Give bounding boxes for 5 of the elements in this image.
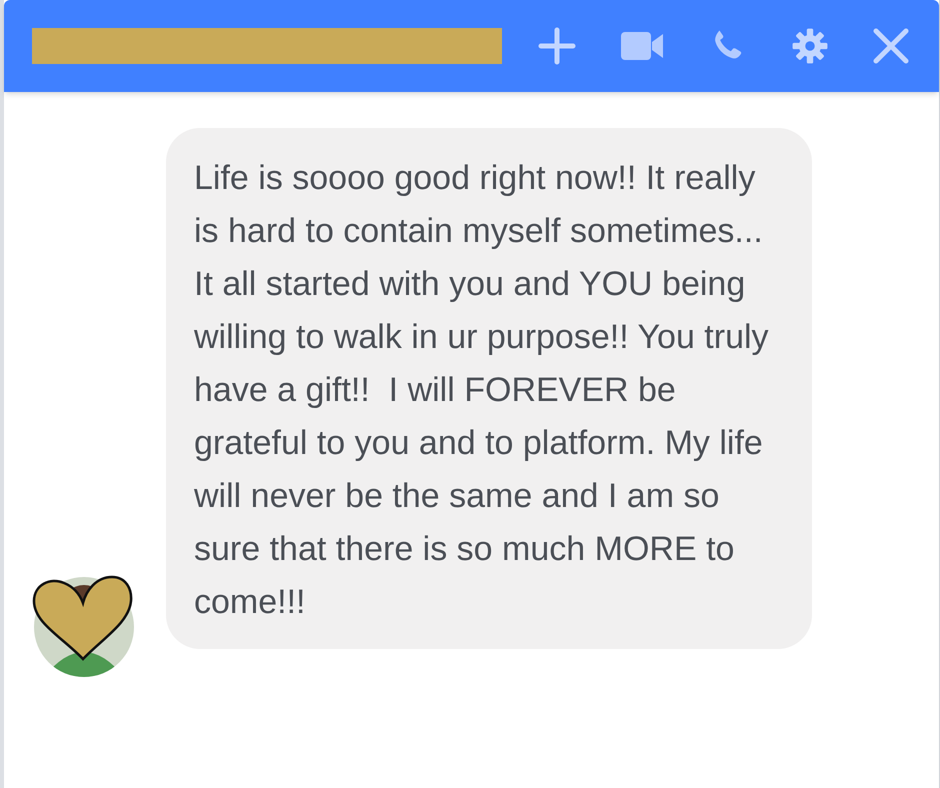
add-icon[interactable] bbox=[537, 26, 577, 66]
settings-icon[interactable] bbox=[791, 27, 829, 65]
video-camera-icon[interactable] bbox=[621, 30, 665, 62]
close-icon[interactable] bbox=[873, 28, 909, 64]
message-text: Life is soooo good right now!! It really is hard to contain myself sometimes... It all started with you and YOU being willing to walk in ur purpose!! You truly have a gift!! I will FOREVER be grateful to you and to platform. My life will never be the same and I am so sure that there is so much MORE to come!!! bbox=[194, 158, 770, 623]
